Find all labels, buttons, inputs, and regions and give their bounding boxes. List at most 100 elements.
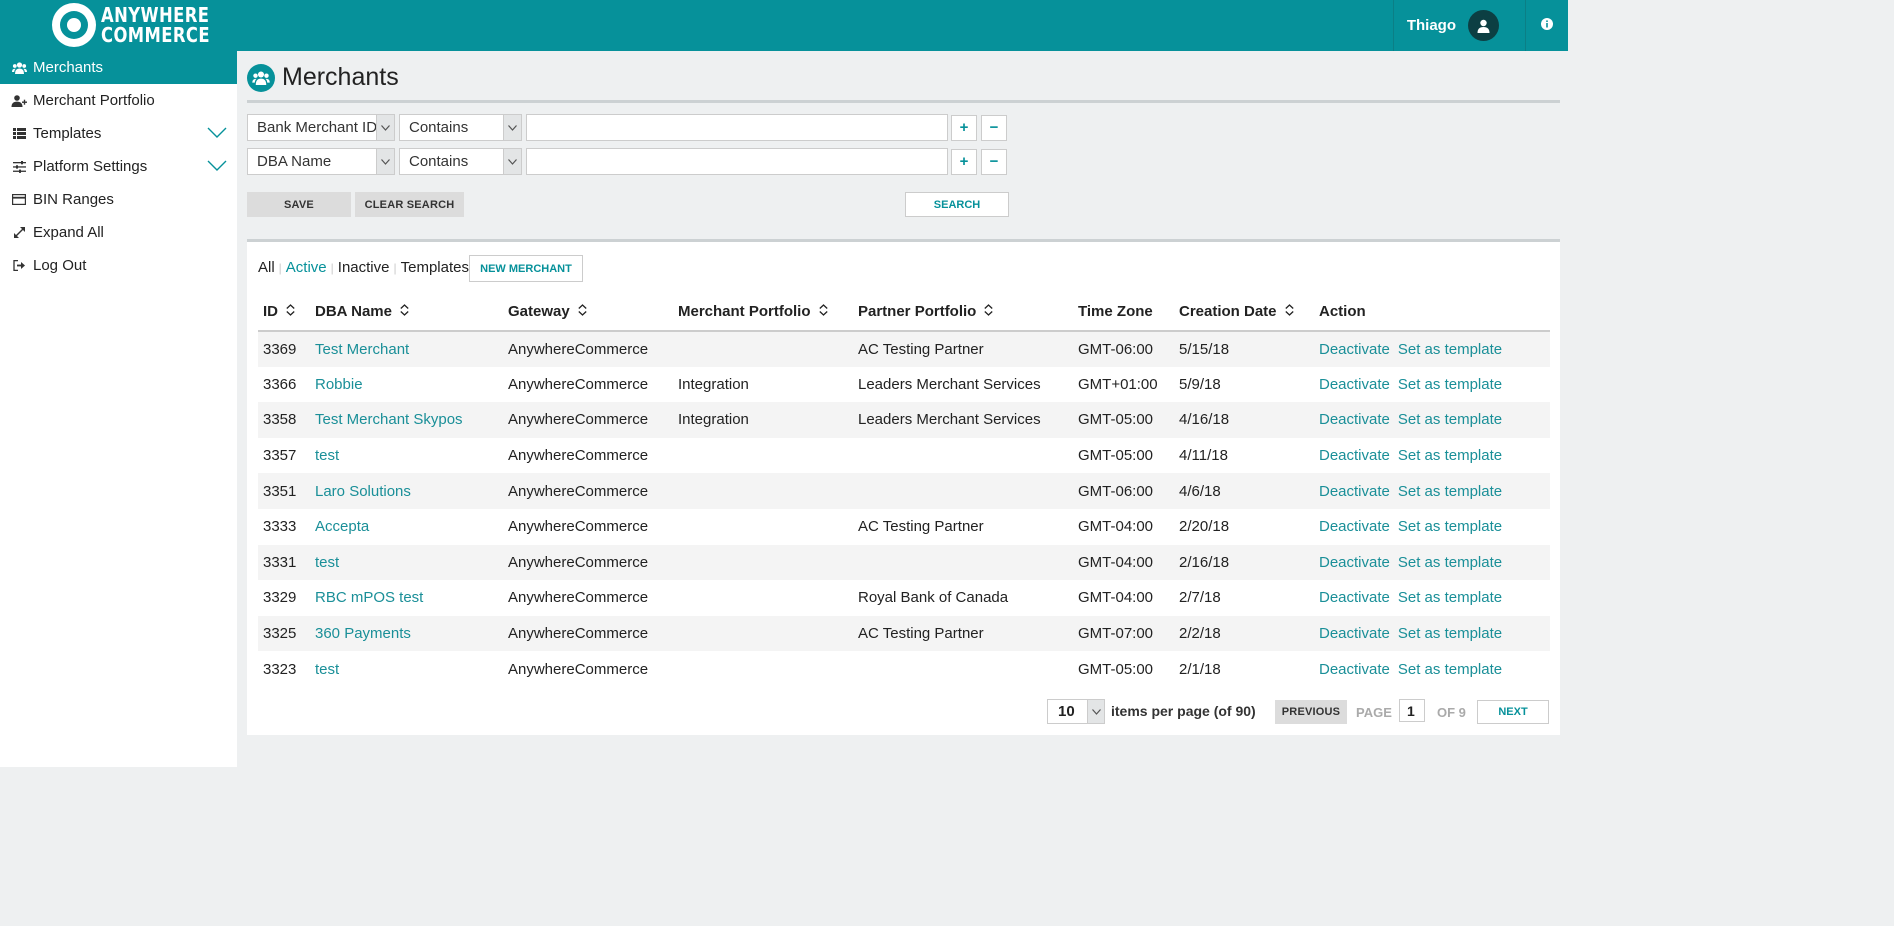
chevron-down-icon <box>376 115 394 140</box>
previous-page-button[interactable]: PREVIOUS <box>1275 700 1347 724</box>
deactivate-link[interactable]: Deactivate <box>1319 589 1390 606</box>
next-page-button[interactable]: NEXT <box>1477 700 1549 724</box>
sidebar-item-merchants[interactable]: Merchants <box>0 51 237 84</box>
filter-value-input[interactable] <box>526 114 948 141</box>
chevron-down-icon[interactable] <box>207 126 227 143</box>
sort-icon[interactable] <box>984 303 994 320</box>
remove-filter-button[interactable]: − <box>981 148 1007 175</box>
sort-icon[interactable] <box>578 303 587 320</box>
sidebar-item-merchant-portfolio[interactable]: Merchant Portfolio <box>0 84 237 117</box>
page-number-input[interactable]: 1 <box>1399 699 1425 722</box>
filter-field-select[interactable]: DBA Name <box>247 148 395 175</box>
sort-icon[interactable] <box>818 303 828 320</box>
set-as-template-link[interactable]: Set as template <box>1398 376 1502 393</box>
chevron-down-icon[interactable] <box>207 159 227 176</box>
cell-gateway: AnywhereCommerce <box>503 615 673 652</box>
set-as-template-link[interactable]: Set as template <box>1398 625 1502 642</box>
deactivate-link[interactable]: Deactivate <box>1319 518 1390 535</box>
table-row: 3358 Test Merchant Skypos AnywhereCommerce… <box>258 402 1550 438</box>
sidebar-item-bin-ranges[interactable]: BIN Ranges <box>0 183 237 216</box>
sidebar-item-label: Expand All <box>33 224 104 241</box>
column-header-id[interactable]: ID <box>258 293 310 332</box>
filter-row: Bank Merchant ID Contains + − <box>247 114 1007 141</box>
filter-operator-value: Contains <box>409 119 469 136</box>
sidebar-item-label: BIN Ranges <box>33 191 114 208</box>
deactivate-link[interactable]: Deactivate <box>1319 554 1390 571</box>
cell-action: Deactivate Set as template <box>1314 367 1550 403</box>
filter-operator-select[interactable]: Contains <box>399 148 522 175</box>
cell-dba-name[interactable]: RBC mPOS test <box>310 580 503 616</box>
anywhere-commerce-logo[interactable]: ANYWHERE COMMERCE <box>52 3 234 47</box>
set-as-template-link[interactable]: Set as template <box>1398 661 1502 678</box>
user-menu[interactable]: Thiago <box>1393 0 1525 51</box>
sidebar-item-log-out[interactable]: Log Out <box>0 249 237 282</box>
table-row: 3333 Accepta AnywhereCommerce AC Testing Pa… <box>258 509 1550 545</box>
set-as-template-link[interactable]: Set as template <box>1398 554 1502 571</box>
set-as-template-link[interactable]: Set as template <box>1398 518 1502 535</box>
cell-partner-portfolio <box>853 544 1073 581</box>
cell-gateway: AnywhereCommerce <box>508 660 649 678</box>
pagination: 10 items per page (of 90) PREVIOUS PAGE … <box>247 699 1560 725</box>
tab-all[interactable]: All <box>258 259 275 276</box>
info-button[interactable] <box>1525 0 1568 51</box>
sort-icon[interactable] <box>400 303 409 320</box>
cell-dba-name[interactable]: test <box>310 438 503 474</box>
sort-icon[interactable] <box>1284 303 1294 320</box>
sidebar-item-templates[interactable]: Templates <box>0 117 237 150</box>
cell-time-zone: GMT-05:00 <box>1073 402 1174 438</box>
cell-dba-name[interactable]: Test Merchant <box>310 331 503 367</box>
filter-operator-select[interactable]: Contains <box>399 114 522 141</box>
deactivate-link[interactable]: Deactivate <box>1319 661 1390 678</box>
tab-active[interactable]: Active <box>286 259 327 276</box>
column-header-creation-date[interactable]: Creation Date <box>1174 293 1314 332</box>
column-header-dba-name[interactable]: DBA Name <box>310 293 503 332</box>
cell-dba-name[interactable]: Accepta <box>310 509 503 545</box>
cell-dba-name[interactable]: test <box>310 544 503 581</box>
set-as-template-link[interactable]: Set as template <box>1398 483 1502 500</box>
credit-card-icon <box>11 194 27 205</box>
tab-templates[interactable]: Templates <box>401 259 469 276</box>
cell-gateway: AnywhereCommerce <box>503 544 673 581</box>
table-row: 3323 test AnywhereCommerce GMT-05:00 2/1/18 D… <box>258 651 1550 687</box>
tab-inactive[interactable]: Inactive <box>338 259 390 276</box>
save-button[interactable]: SAVE <box>247 192 351 217</box>
cell-time-zone: GMT-06:00 <box>1073 473 1174 509</box>
cell-time-zone: GMT-07:00 <box>1073 615 1174 652</box>
filter-field-select[interactable]: Bank Merchant ID <box>247 114 395 141</box>
set-as-template-link[interactable]: Set as template <box>1398 589 1502 606</box>
set-as-template-link[interactable]: Set as template <box>1398 447 1502 464</box>
deactivate-link[interactable]: Deactivate <box>1319 376 1390 393</box>
sidebar-item-expand-all[interactable]: Expand All <box>0 216 237 249</box>
set-as-template-link[interactable]: Set as template <box>1398 341 1502 358</box>
new-merchant-button[interactable]: NEW MERCHANT <box>469 255 583 282</box>
search-button[interactable]: SEARCH <box>905 192 1009 217</box>
cell-partner-portfolio <box>853 651 1073 687</box>
cell-dba-name[interactable]: Laro Solutions <box>310 473 503 509</box>
set-as-template-link[interactable]: Set as template <box>1398 411 1502 428</box>
add-filter-button[interactable]: + <box>951 114 977 141</box>
cell-dba-name[interactable]: 360 Payments <box>310 615 503 652</box>
add-filter-button[interactable]: + <box>951 148 977 175</box>
items-per-page-select[interactable]: 10 <box>1047 699 1105 724</box>
cell-dba-name[interactable]: test <box>310 651 503 687</box>
remove-filter-button[interactable]: − <box>981 114 1007 141</box>
logo-line-2: COMMERCE <box>101 23 210 47</box>
clear-search-button[interactable]: CLEAR SEARCH <box>355 192 464 217</box>
column-header-partner-portfolio[interactable]: Partner Portfolio <box>853 293 1073 332</box>
deactivate-link[interactable]: Deactivate <box>1319 411 1390 428</box>
column-label: Gateway <box>508 302 570 320</box>
column-label: ID <box>263 302 278 320</box>
sidebar-item-platform-settings[interactable]: Platform Settings <box>0 150 237 183</box>
chevron-down-icon <box>376 149 394 174</box>
deactivate-link[interactable]: Deactivate <box>1319 625 1390 642</box>
cell-dba-name[interactable]: Test Merchant Skypos <box>310 402 503 438</box>
cell-dba-name[interactable]: Robbie <box>310 367 503 403</box>
column-header-merchant-portfolio[interactable]: Merchant Portfolio <box>673 293 853 332</box>
deactivate-link[interactable]: Deactivate <box>1319 447 1390 464</box>
column-header-gateway[interactable]: Gateway <box>503 293 673 332</box>
sort-icon[interactable] <box>286 303 295 320</box>
cell-gateway: AnywhereCommerce <box>503 331 673 367</box>
deactivate-link[interactable]: Deactivate <box>1319 483 1390 500</box>
deactivate-link[interactable]: Deactivate <box>1319 341 1390 358</box>
filter-value-input[interactable] <box>526 148 948 175</box>
